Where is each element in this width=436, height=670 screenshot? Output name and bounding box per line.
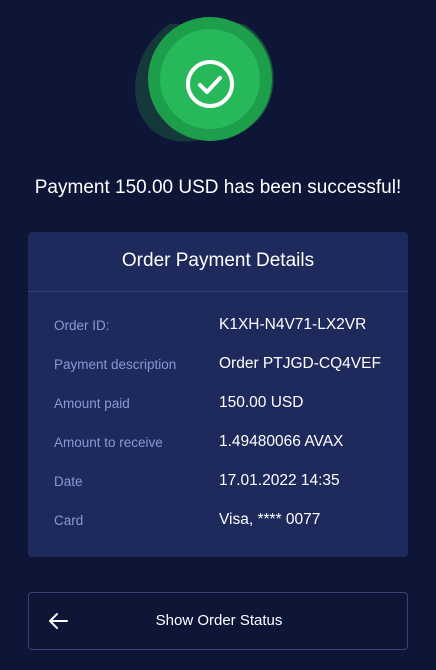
details-list: Order ID: K1XH-N4V71-LX2VR Payment descr… xyxy=(28,292,408,542)
success-badge xyxy=(135,17,274,142)
detail-label: Date xyxy=(54,474,83,489)
detail-row-order-id: Order ID: K1XH-N4V71-LX2VR xyxy=(28,308,408,347)
detail-value: 17.01.2022 14:35 xyxy=(219,472,340,489)
order-details-card: Order Payment Details Order ID: K1XH-N4V… xyxy=(28,232,408,557)
detail-value: K1XH-N4V71-LX2VR xyxy=(219,316,367,333)
detail-value: Order PTJGD-CQ4VEF xyxy=(219,355,381,372)
detail-label: Order ID: xyxy=(54,318,110,333)
detail-row-amount-receive: Amount to receive 1.49480066 AVAX xyxy=(28,425,408,464)
detail-label: Amount paid xyxy=(54,396,130,411)
detail-label: Payment description xyxy=(54,357,177,372)
payment-success-page: Payment 150.00 USD has been successful! … xyxy=(0,0,436,670)
detail-value: 150.00 USD xyxy=(219,394,304,411)
detail-row-date: Date 17.01.2022 14:35 xyxy=(28,464,408,503)
badge-inner-circle xyxy=(160,29,260,129)
detail-label: Card xyxy=(54,513,84,528)
card-title: Order Payment Details xyxy=(28,232,408,292)
show-order-status-button[interactable]: Show Order Status xyxy=(28,592,408,650)
detail-row-description: Payment description Order PTJGD-CQ4VEF xyxy=(28,347,408,386)
detail-row-card: Card Visa, **** 0077 xyxy=(28,503,408,542)
detail-value: 1.49480066 AVAX xyxy=(219,433,344,450)
show-order-status-label: Show Order Status xyxy=(155,612,283,629)
success-headline: Payment 150.00 USD has been successful! xyxy=(34,177,402,198)
detail-row-amount-paid: Amount paid 150.00 USD xyxy=(28,386,408,425)
detail-label: Amount to receive xyxy=(54,435,163,450)
detail-value: Visa, **** 0077 xyxy=(219,511,321,528)
